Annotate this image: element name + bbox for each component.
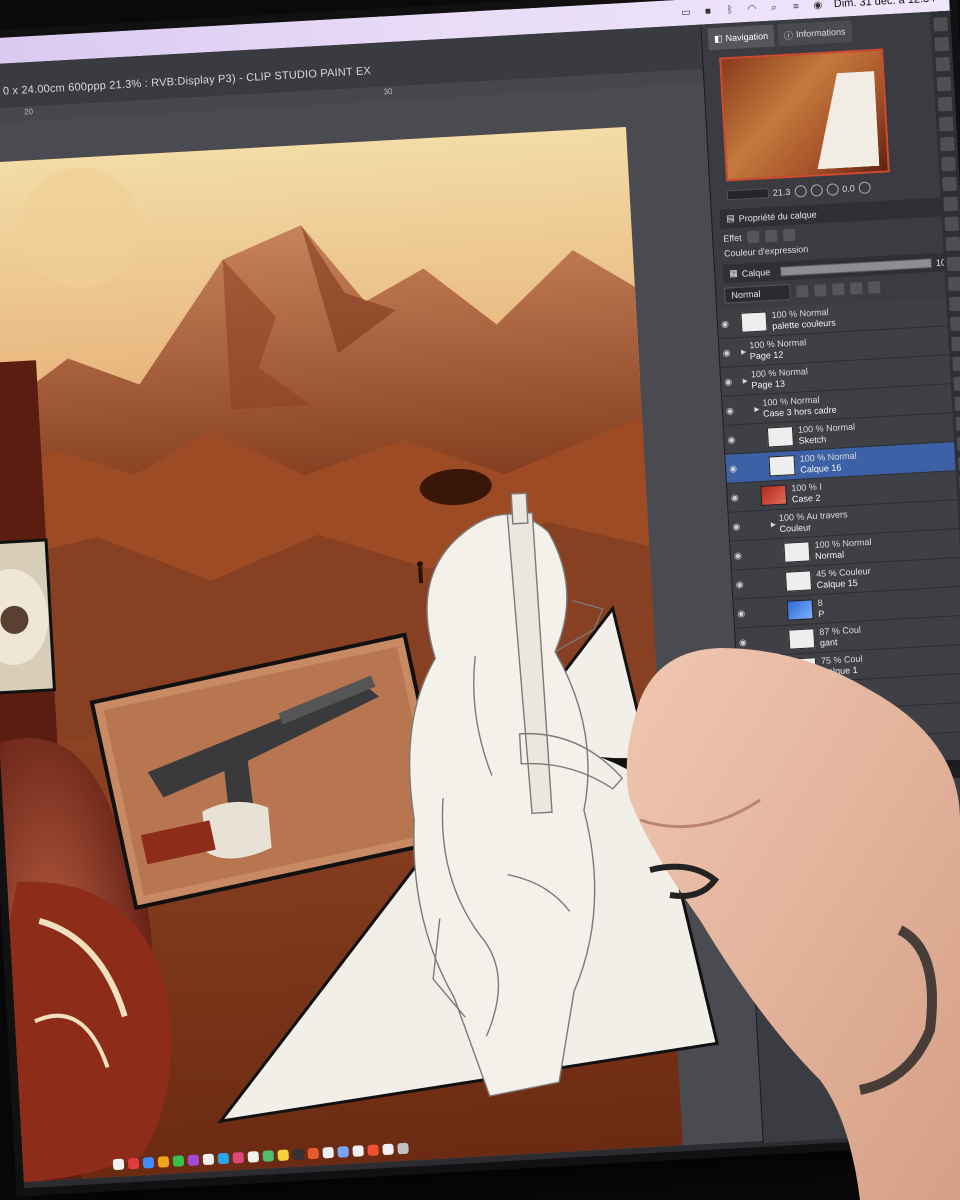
- hand-with-stylus: [600, 648, 960, 1200]
- hand-skin: [626, 648, 960, 1200]
- photo-stage: ▭ ■ ᛒ ◠ ⌕ ≡ ◉ Dim. 31 déc. à 12:34 0 x 2…: [0, 0, 960, 1200]
